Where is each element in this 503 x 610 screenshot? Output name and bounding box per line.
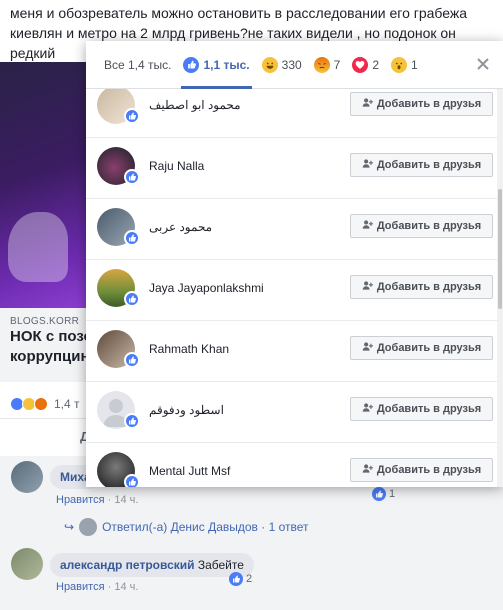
list-item: Mental Jutt Msf Добавить в друзья: [86, 443, 503, 487]
person-name[interactable]: اسطود ودفوقم: [149, 403, 224, 417]
tab-haha[interactable]: 330: [256, 41, 308, 89]
person-name[interactable]: Rahmath Khan: [149, 342, 229, 356]
like-icon: [372, 487, 386, 501]
like-icon: [229, 572, 243, 586]
like-icon: [124, 230, 140, 246]
list-item: محمود عربى Добавить в друзья: [86, 199, 503, 260]
list-item: Rahmath Khan Добавить в друзья: [86, 321, 503, 382]
add-friend-label: Добавить в друзья: [376, 159, 482, 171]
reply-avatar: [79, 518, 98, 536]
scrollbar[interactable]: [497, 89, 503, 487]
like-icon: [124, 413, 140, 429]
comment-reactions[interactable]: 1: [372, 487, 395, 501]
link-title-line-2[interactable]: коррупцин: [10, 347, 86, 367]
list-item: Raju Nalla Добавить в друзья: [86, 138, 503, 199]
tab-label: 2: [372, 57, 380, 72]
comment-like-link[interactable]: Нравится: [56, 494, 105, 506]
add-friend-button[interactable]: Добавить в друзья: [350, 153, 493, 177]
like-icon: [183, 56, 200, 73]
commenter-avatar[interactable]: [11, 461, 43, 493]
tab-label: 1,1 тыс.: [203, 57, 250, 72]
commenter-avatar[interactable]: [11, 548, 43, 580]
add-friend-icon: [362, 463, 373, 477]
tab-wow[interactable]: 1: [385, 41, 424, 89]
replies-link-text[interactable]: Ответил(-а) Денис Давыдов · 1 ответ: [102, 520, 308, 534]
comment-meta: Нравится · 14 ч.: [56, 581, 139, 593]
add-friend-button[interactable]: Добавить в друзья: [350, 92, 493, 116]
comment-bubble: александр петровский Забейте: [50, 553, 254, 577]
tab-all[interactable]: Все 1,4 тыс.: [98, 41, 177, 89]
scrollbar-thumb[interactable]: [498, 189, 502, 309]
tab-label: 7: [333, 57, 341, 72]
comment-text: Забейте: [197, 558, 244, 572]
add-friend-button[interactable]: Добавить в друзья: [350, 214, 493, 238]
tab-like[interactable]: 1,1 тыс.: [177, 41, 255, 89]
tab-label: 330: [281, 57, 302, 72]
list-item: اسطود ودفوقم Добавить в друзья: [86, 382, 503, 443]
add-friend-icon: [362, 158, 373, 172]
post-reaction-count[interactable]: 1,4 т: [54, 397, 80, 411]
comment-reactions[interactable]: 2: [229, 572, 252, 586]
reply-arrow-icon: ↪: [64, 520, 75, 534]
person-name[interactable]: محمود ابو اصطيف: [149, 98, 241, 112]
comment-author[interactable]: александр петровский: [60, 558, 195, 572]
reactions-dialog: Все 1,4 тыс. 1,1 тыс. 330 7 2 1 محمود اب…: [86, 41, 503, 487]
post-action-bar: Д: [0, 418, 89, 456]
add-friend-icon: [362, 341, 373, 355]
add-friend-button[interactable]: Добавить в друзья: [350, 275, 493, 299]
comment-reaction-count: 1: [389, 488, 396, 500]
add-friend-button[interactable]: Добавить в друзья: [350, 397, 493, 421]
comment-reaction-count: 2: [246, 573, 253, 585]
add-friend-label: Добавить в друзья: [376, 220, 482, 232]
list-item: محمود ابو اصطيف Добавить в друзья: [86, 89, 503, 138]
add-friend-button[interactable]: Добавить в друзья: [350, 336, 493, 360]
reaction-tabs: Все 1,4 тыс. 1,1 тыс. 330 7 2 1: [86, 41, 503, 89]
add-friend-button[interactable]: Добавить в друзья: [350, 458, 493, 482]
image-figure: [8, 212, 68, 282]
link-preview[interactable]: BLOGS.KORR НОК с позо коррупцин: [0, 308, 86, 382]
tab-label: Все 1,4 тыс.: [104, 57, 172, 72]
person-name[interactable]: محمود عربى: [149, 220, 212, 234]
comment-time[interactable]: 14 ч.: [114, 581, 138, 593]
close-icon[interactable]: [475, 56, 491, 72]
like-icon: [124, 169, 140, 185]
add-friend-label: Добавить в друзья: [376, 98, 482, 110]
like-icon: [124, 352, 140, 368]
post-reactions[interactable]: 1,4 т: [0, 382, 86, 418]
people-list[interactable]: محمود ابو اصطيف Добавить в друзья Raju N…: [86, 89, 503, 487]
like-icon: [124, 108, 140, 124]
tab-label: 1: [411, 57, 418, 72]
person-name[interactable]: Jaya Jayaponlakshmi: [149, 281, 264, 295]
link-domain: BLOGS.KORR: [10, 316, 80, 327]
add-friend-label: Добавить в друзья: [376, 342, 482, 354]
haha-icon: [261, 56, 278, 73]
list-item: Jaya Jayaponlakshmi Добавить в друзья: [86, 260, 503, 321]
like-icon: [124, 474, 140, 487]
add-friend-icon: [362, 219, 373, 233]
tab-angry[interactable]: 7: [308, 41, 347, 89]
comment-time[interactable]: 14 ч.: [114, 494, 138, 506]
angry-icon: [34, 397, 48, 411]
replies-link[interactable]: ↪ Ответил(-а) Денис Давыдов · 1 ответ: [64, 518, 309, 536]
like-icon: [124, 291, 140, 307]
angry-icon: [313, 56, 330, 73]
person-name[interactable]: Raju Nalla: [149, 159, 204, 173]
love-icon: [352, 56, 369, 73]
person-name[interactable]: Mental Jutt Msf: [149, 464, 230, 478]
add-friend-icon: [362, 402, 373, 416]
add-friend-label: Добавить в друзья: [376, 403, 482, 415]
post-image[interactable]: [0, 62, 86, 308]
add-friend-icon: [362, 97, 373, 111]
tab-love[interactable]: 2: [346, 41, 385, 89]
comment-like-link[interactable]: Нравится: [56, 581, 105, 593]
add-friend-icon: [362, 280, 373, 294]
comment-meta: Нравится · 14 ч.: [56, 494, 139, 506]
add-friend-label: Добавить в друзья: [376, 464, 482, 476]
add-friend-label: Добавить в друзья: [376, 281, 482, 293]
link-title-line-1[interactable]: НОК с позо: [10, 327, 86, 347]
wow-icon: [391, 56, 408, 73]
